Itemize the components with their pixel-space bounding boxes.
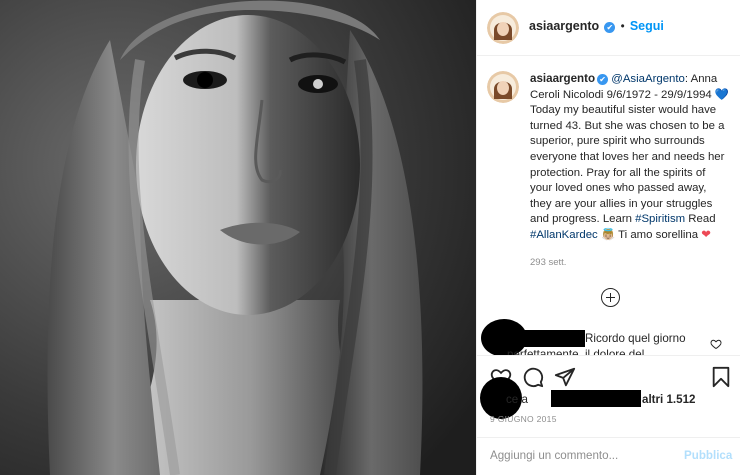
caption-text-2: Today my beautiful sister would have tur… — [530, 104, 725, 226]
post-date: 9 GIUGNO 2015 — [490, 414, 557, 424]
caption-text-4: Ti amo sorellina — [615, 228, 702, 241]
verified-badge-icon: ✔ — [604, 22, 616, 33]
instagram-post: asiaargento ✔ • Segui asiaargento ✔ @Asia… — [0, 0, 740, 475]
caption-avatar[interactable] — [487, 71, 519, 103]
verified-badge-icon: ✔ — [597, 74, 609, 85]
caption-timestamp: 293 sett. — [530, 257, 567, 268]
plus-circle-icon[interactable] — [601, 288, 620, 307]
caption-username[interactable]: asiaargento — [530, 72, 595, 85]
redacted-liker — [551, 390, 641, 407]
likes-row: ce a altri 1.512 9 GIUGNO 2015 — [477, 377, 740, 430]
comment-text-1: Ricordo quel giorno — [585, 332, 686, 345]
post-photo[interactable] — [0, 0, 476, 475]
hashtag-spiritism[interactable]: #Spiritism — [635, 213, 685, 225]
avatar-image — [487, 71, 519, 103]
avatar[interactable] — [487, 12, 519, 44]
comment-input[interactable]: Aggiungi un commento... — [490, 449, 618, 462]
separator-dot: • — [620, 21, 625, 33]
publish-button[interactable]: Pubblica — [684, 449, 732, 462]
portrait-image — [0, 0, 476, 475]
angel-icon: 👼🏼 — [600, 228, 616, 241]
follow-button[interactable]: Segui — [630, 19, 664, 33]
caption-text: asiaargento ✔ @AsiaArgento: Anna Ceroli N… — [530, 71, 730, 244]
redacted-username — [517, 330, 585, 347]
avatar-image — [487, 12, 519, 44]
blue-heart-icon: 💙 — [714, 88, 730, 101]
hashtag-allankardec[interactable]: #AllanKardec — [530, 229, 598, 241]
red-heart-icon: ❤ — [701, 228, 711, 241]
comment-heart-icon[interactable] — [710, 338, 722, 350]
add-comment-bar: Aggiungi un commento... Pubblica — [477, 437, 740, 475]
mention-link[interactable]: @AsiaArgento — [611, 73, 685, 85]
header-line: asiaargento ✔ • Segui — [529, 19, 664, 33]
likes-text-left: ce a — [506, 393, 528, 406]
caption-text-3: Read — [685, 213, 716, 226]
comment-row: Ricordo quel giorno perfettamente, il do… — [477, 318, 740, 356]
post-header: asiaargento ✔ • Segui — [477, 0, 740, 56]
likes-count[interactable]: altri 1.512 — [642, 393, 696, 406]
post-sidebar: asiaargento ✔ • Segui asiaargento ✔ @Asia… — [476, 0, 740, 475]
header-username[interactable]: asiaargento — [529, 19, 599, 33]
